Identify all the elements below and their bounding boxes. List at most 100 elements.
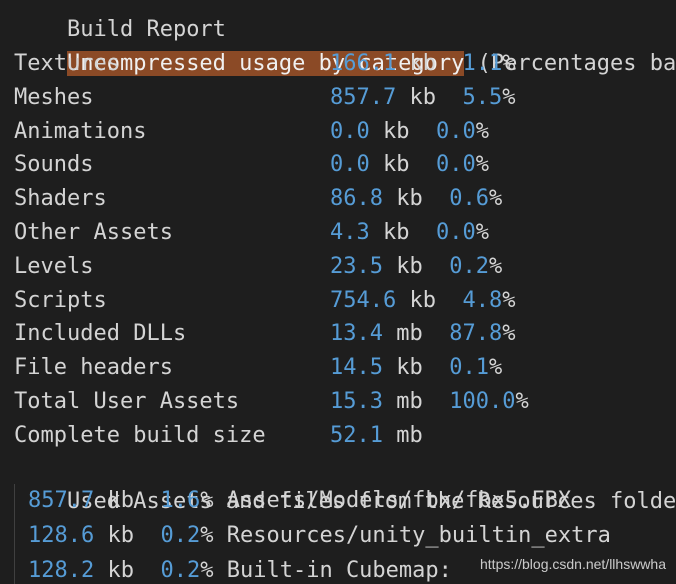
category-percent: 0.6 [449,186,489,212]
category-row: Shaders 86.8 kb 0.6% [14,182,674,216]
asset-size: 128.2 [28,558,95,583]
category-percent-sign: % [502,287,516,313]
category-unit: kb [409,51,437,76]
category-row: Textures 166.1 kb 1.1% [14,47,674,81]
asset-row: 128.6 kb 0.2% Resources/unity_builtin_ex… [28,519,611,553]
category-label: Animations [14,118,147,144]
category-label: Other Assets [14,220,173,245]
category-row: Total User Assets 15.3 mb 100.0% [14,385,674,419]
asset-percent: 0.2 [160,558,201,583]
category-unit: kb [396,253,423,279]
category-size: 86.8 [330,186,383,212]
category-size: 166.1 [330,51,397,76]
watermark: https://blog.csdn.net/llhswwha [480,556,666,572]
category-percent-sign: % [489,253,503,279]
category-size: 15.3 [330,389,383,414]
category-size: 13.4 [330,321,383,347]
asset-percent-sign: % [200,558,214,583]
asset-percent-sign: % [200,488,214,513]
asset-percent: 1.6 [160,488,201,513]
category-row: File headers 14.5 kb 0.1% [14,351,674,385]
asset-path: Built-in Cubemap: [226,558,452,583]
category-percent: 0.0 [436,118,476,144]
asset-row: 857.7 kb 1.6% Assets/Models/fbx/fbx5.FBX [28,484,571,518]
asset-size: 128.6 [28,523,95,548]
category-percent-sign: % [475,220,489,245]
category-row: Sounds 0.0 kb 0.0% [14,148,674,182]
category-percent: 0.0 [436,152,476,178]
category-unit: kb [396,355,423,381]
category-percent-sign: % [502,321,516,347]
category-percent: 100.0 [449,389,516,414]
category-unit: mb [396,389,423,414]
category-unit: kb [383,220,410,245]
category-percent: 1.1 [462,51,503,76]
asset-path: Resources/unity_builtin_extra [226,523,611,548]
category-label: Textures [14,51,120,76]
category-unit: mb [396,422,423,448]
category-size: 4.3 [330,220,370,245]
category-row: Other Assets 4.3 kb 0.0% [14,216,674,250]
category-size: 754.6 [330,287,397,313]
asset-percent: 0.2 [160,523,201,548]
category-percent-sign: % [489,355,503,381]
category-size: 52.1 [330,422,383,448]
category-header-line: Uncompressed usage by category (Percenta… [14,13,676,76]
category-percent: 5.5 [462,84,503,110]
category-size: 0.0 [330,118,370,144]
category-row: Levels 23.5 kb 0.2% [14,250,674,284]
category-size: 0.0 [330,152,370,178]
category-percent: 0.1 [449,355,489,381]
category-label: Shaders [14,186,107,212]
category-label: Meshes [14,84,94,110]
used-assets-header: Used Assets and files from the Resources… [14,451,676,514]
category-unit: kb [396,186,423,212]
category-unit: kb [409,84,437,110]
asset-unit: kb [107,558,134,583]
log-editor[interactable]: Build Report Uncompressed usage by categ… [0,0,676,584]
category-percent: 4.8 [462,287,503,313]
category-size: 857.7 [330,84,397,110]
category-label: Scripts [14,287,107,313]
asset-row: 128.2 kb 0.2% Built-in Cubemap: [28,554,452,584]
category-percent-sign: % [475,152,489,178]
category-size: 23.5 [330,253,383,279]
category-row: Meshes 857.7 kb 5.5% [14,81,674,115]
category-percent: 87.8 [449,321,503,347]
category-percent-sign: % [475,118,489,144]
asset-path: Assets/Models/fbx/fbx5.FBX [226,488,572,513]
category-percent: 0.2 [449,253,489,279]
category-percent-sign: % [515,389,529,414]
category-row: Animations 0.0 kb 0.0% [14,115,674,149]
category-label: Total User Assets [14,389,240,414]
category-unit: mb [396,321,423,347]
asset-unit: kb [107,488,134,513]
category-label: File headers [14,355,173,381]
category-percent: 0.0 [436,220,476,245]
category-label: Complete build size [14,422,266,448]
category-percent-sign: % [502,51,516,76]
category-unit: kb [383,118,410,144]
category-unit: kb [409,287,437,313]
category-label: Sounds [14,152,94,178]
category-label: Levels [14,253,94,279]
category-label: Included DLLs [14,321,187,347]
category-percent-sign: % [489,186,503,212]
category-percent-sign: % [502,84,516,110]
category-size: 14.5 [330,355,383,381]
category-row: Complete build size 52.1 mb [14,419,674,453]
asset-size: 857.7 [28,488,95,513]
indent-guide [14,484,15,584]
report-title-line: Build Report [14,0,226,42]
category-unit: kb [383,152,410,178]
category-row: Included DLLs 13.4 mb 87.8% [14,317,674,351]
